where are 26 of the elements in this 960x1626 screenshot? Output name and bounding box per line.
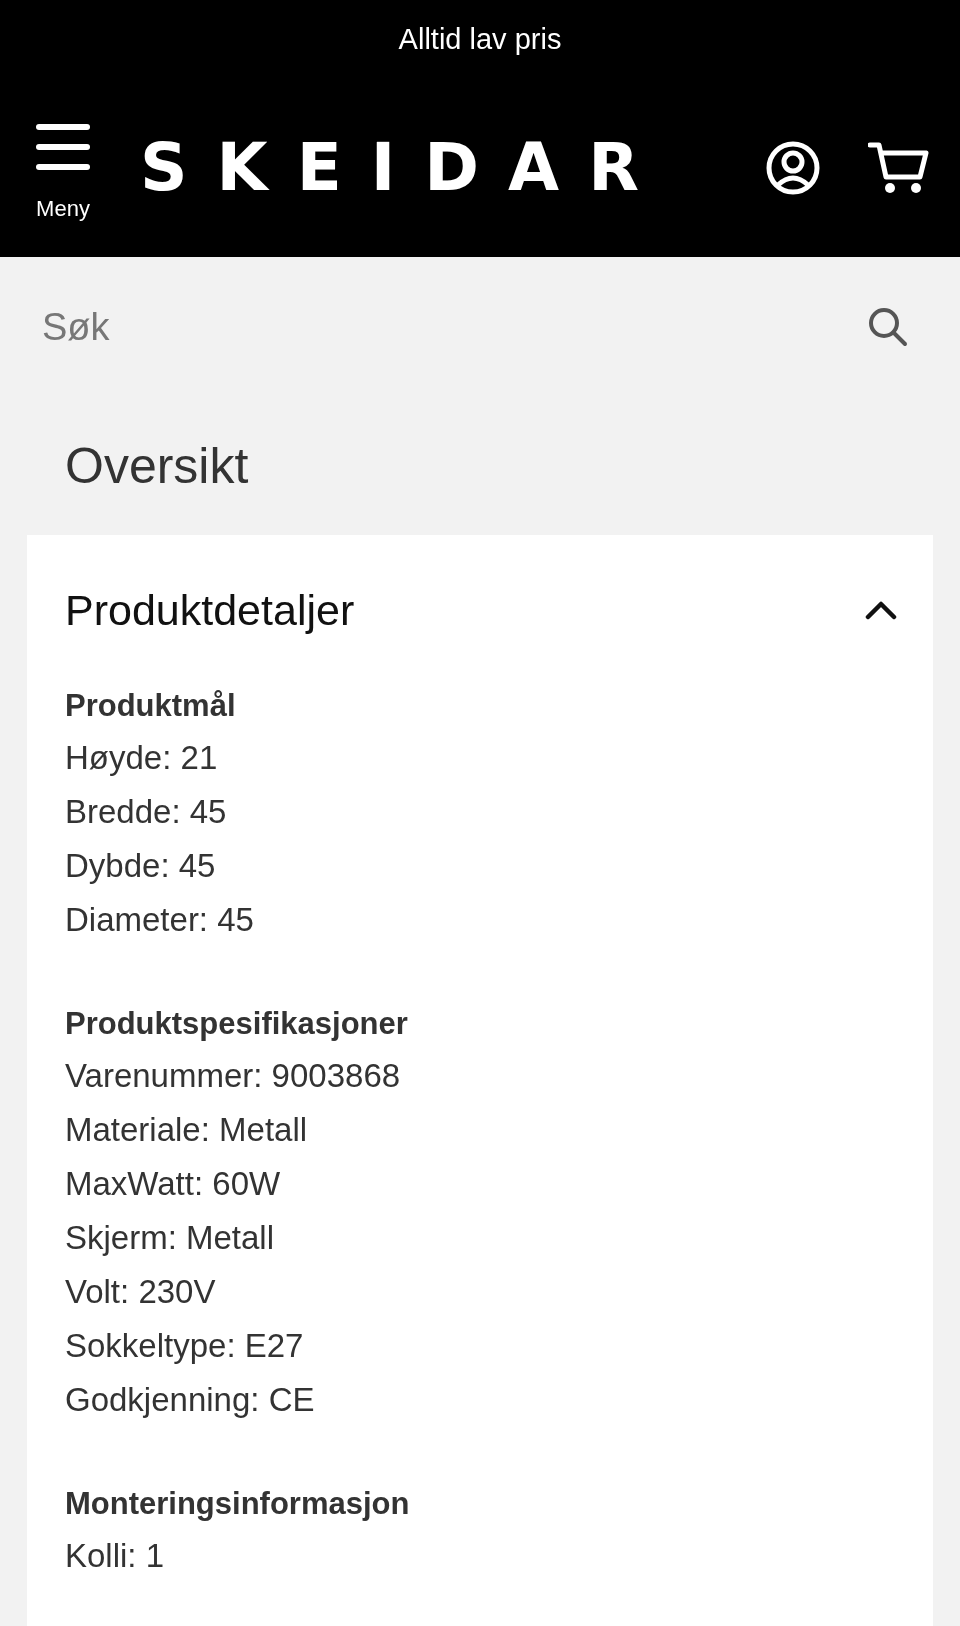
- detail-line: Varenummer: 9003868: [65, 1056, 402, 1096]
- detail-line: MaxWatt: 60W: [65, 1164, 282, 1204]
- section-heading: Produktmål: [65, 687, 237, 725]
- cart-icon[interactable]: [868, 140, 930, 195]
- search-field[interactable]: Søk: [40, 304, 868, 350]
- detail-line: Godkjenning: CE: [65, 1380, 316, 1420]
- chevron-icon[interactable]: [865, 600, 897, 620]
- detail-line: Dybde: 45: [65, 846, 217, 886]
- detail-line: Kolli: 1: [65, 1536, 166, 1576]
- section-heading: Produktspesifikasjoner: [65, 1005, 409, 1043]
- accordion-title[interactable]: Produktdetaljer: [65, 585, 355, 635]
- search-icon[interactable]: [868, 307, 908, 347]
- logo[interactable]: SKEIDAR: [140, 129, 668, 206]
- menu-icon: [36, 123, 90, 170]
- detail-line: Bredde: 45: [65, 792, 228, 832]
- detail-line: Volt: 230V: [65, 1272, 217, 1312]
- banner-text: Alltid lav pris: [398, 22, 562, 56]
- detail-line: Diameter: 45: [65, 900, 255, 940]
- page-title: Oversikt: [64, 437, 250, 496]
- detail-line: Skjerm: Metall: [65, 1218, 276, 1258]
- section-heading: Monteringsinformasjon: [65, 1485, 411, 1523]
- account-icon[interactable]: [766, 140, 820, 195]
- detail-line: Høyde: 21: [65, 738, 219, 778]
- detail-line: Sokkeltype: E27: [65, 1326, 305, 1366]
- menu-button[interactable]: Meny: [30, 123, 96, 222]
- detail-line: Materiale: Metall: [65, 1110, 309, 1150]
